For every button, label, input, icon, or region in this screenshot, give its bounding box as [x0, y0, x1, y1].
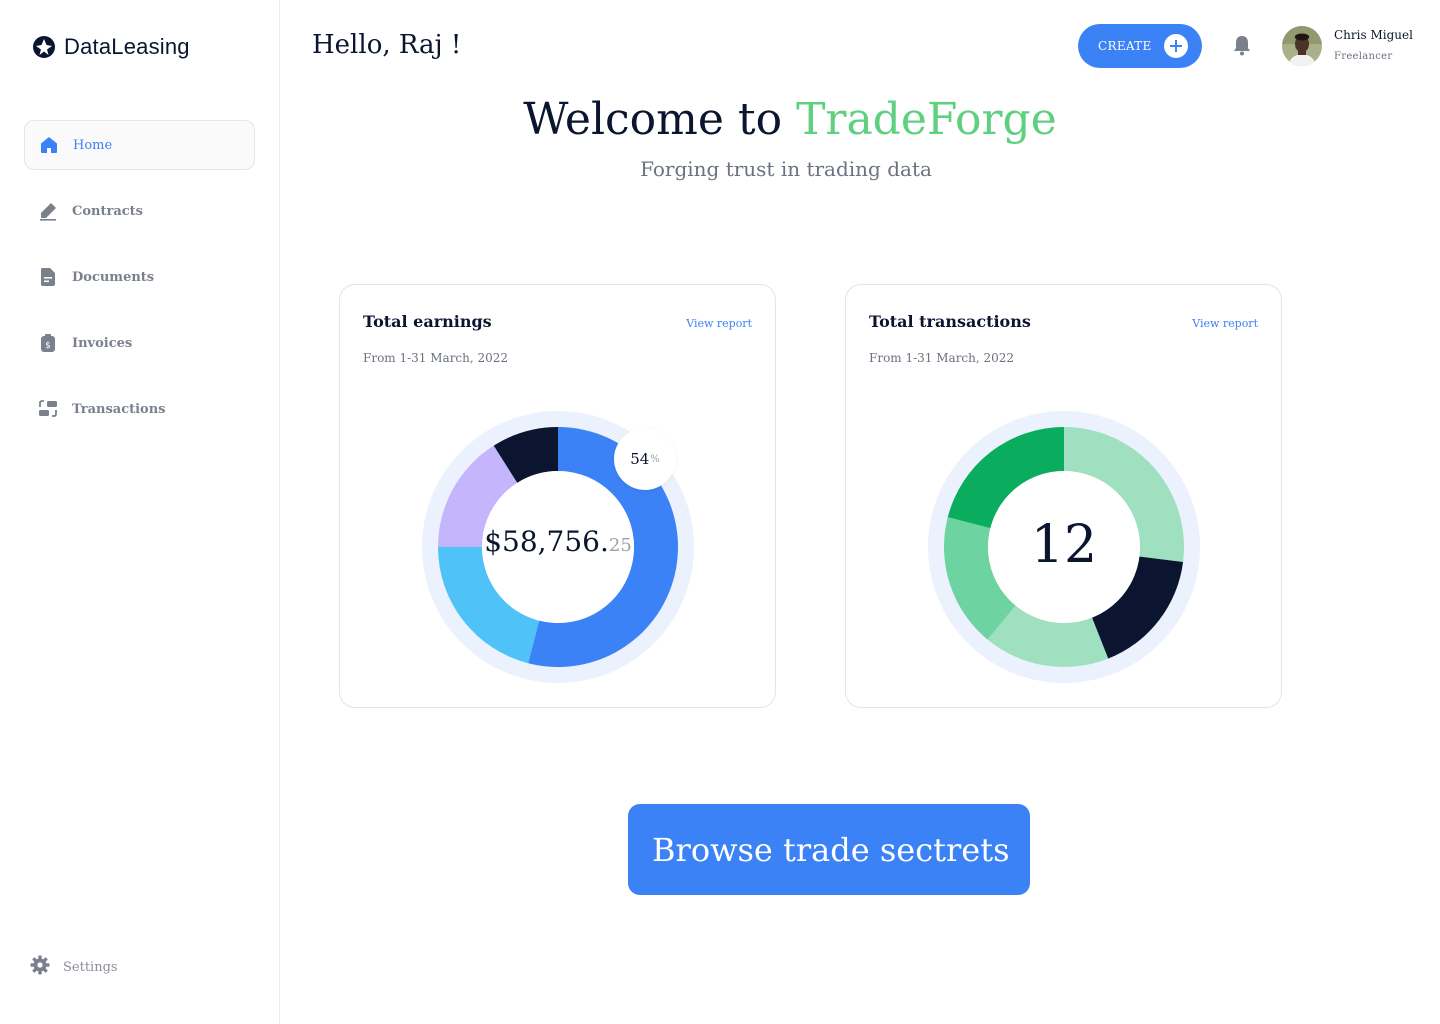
earnings-percent-sign: % [650, 453, 660, 465]
svg-text:$: $ [45, 341, 51, 351]
logo-icon [33, 36, 55, 58]
sidebar-item-settings[interactable]: Settings [30, 955, 118, 979]
earnings-view-report-link[interactable]: View report [686, 317, 752, 330]
gear-icon [30, 955, 50, 979]
create-button[interactable]: CREATE [1078, 24, 1202, 68]
transactions-count: 12 [1030, 515, 1098, 575]
earnings-percent-callout: 54% [614, 428, 676, 490]
hero-subtitle: Forging trust in trading data [640, 157, 932, 181]
earnings-amount-cents: 25 [608, 535, 632, 556]
sidebar-item-invoices[interactable]: $ Invoices [24, 318, 255, 368]
transactions-card: Total transactions View report From 1-31… [845, 284, 1282, 708]
sidebar-item-label: Invoices [72, 335, 133, 351]
transactions-icon [37, 398, 59, 420]
plus-icon [1163, 34, 1188, 58]
earnings-amount-main: $58,756. [484, 525, 609, 558]
earnings-period: From 1-31 March, 2022 [363, 351, 509, 365]
earnings-amount: $58,756.25 [422, 525, 694, 558]
settings-label: Settings [63, 959, 118, 975]
sidebar: DataLeasing Home Contracts Documents $ I… [0, 0, 280, 1024]
bell-icon[interactable] [1232, 34, 1252, 56]
sidebar-item-label: Contracts [72, 203, 143, 219]
user-role: Freelancer [1334, 51, 1393, 62]
hero-title: Welcome to TradeForge [0, 94, 1440, 145]
earnings-title: Total earnings [363, 312, 492, 331]
browse-trade-secrets-button[interactable]: Browse trade sectrets [628, 804, 1030, 895]
invoice-icon: $ [37, 332, 59, 354]
user-name: Chris Miguel [1334, 28, 1413, 42]
sidebar-item-label: Transactions [72, 401, 166, 417]
sidebar-item-transactions[interactable]: Transactions [24, 384, 255, 434]
hero-title-prefix: Welcome to [523, 94, 797, 145]
sidebar-item-documents[interactable]: Documents [24, 252, 255, 302]
greeting: Hello, Raj ! [312, 30, 462, 60]
sidebar-item-label: Documents [72, 269, 155, 285]
app-name: DataLeasing [64, 34, 190, 59]
app-logo[interactable]: DataLeasing [32, 34, 190, 60]
create-label: CREATE [1098, 39, 1152, 53]
transactions-period: From 1-31 March, 2022 [869, 351, 1015, 365]
transactions-title: Total transactions [869, 312, 1031, 331]
document-icon [37, 266, 59, 288]
sidebar-item-contracts[interactable]: Contracts [24, 186, 255, 236]
avatar[interactable] [1282, 26, 1322, 66]
pen-icon [37, 200, 59, 222]
hero-title-brand: TradeForge [796, 94, 1057, 145]
transactions-view-report-link[interactable]: View report [1192, 317, 1258, 330]
earnings-card: Total earnings View report From 1-31 Mar… [339, 284, 776, 708]
earnings-percent-value: 54 [630, 450, 650, 468]
